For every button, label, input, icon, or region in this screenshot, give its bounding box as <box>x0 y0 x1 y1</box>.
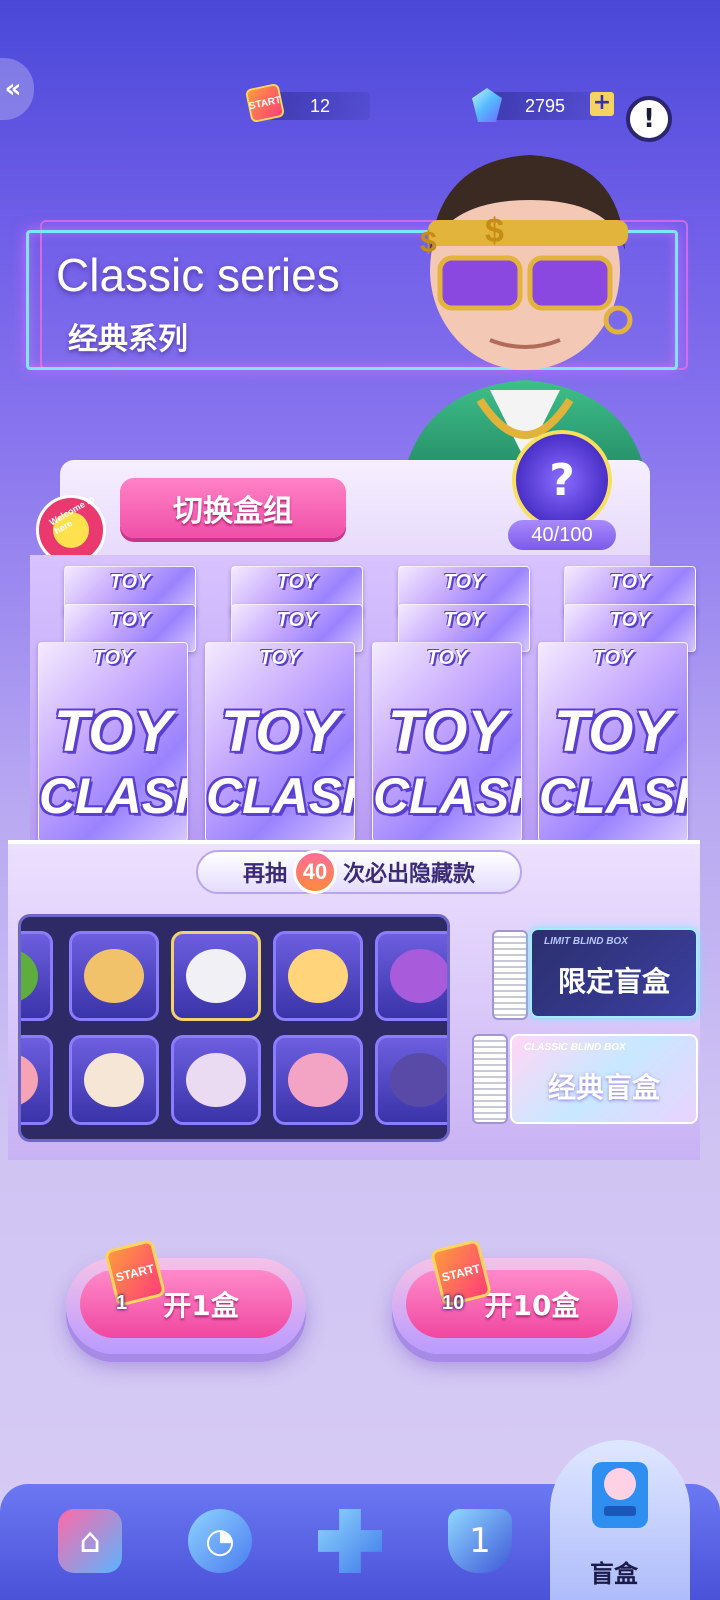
ticket-counter: 12 <box>270 92 370 120</box>
box-brand-label: TOY <box>443 571 485 593</box>
character-portrait <box>288 949 348 1003</box>
prize-tile-bear-astronaut[interactable] <box>171 931 261 1021</box>
box-logo-bottom: CLASH <box>373 768 521 824</box>
svg-text:$: $ <box>420 226 437 259</box>
ticket-icon-label: START <box>247 94 283 112</box>
hidden-item-count: 40/100 <box>508 520 616 550</box>
ticket-stub-classic <box>472 1034 508 1124</box>
prize-showcase <box>18 914 450 1142</box>
limit-label: 限定盲盒 <box>557 965 670 998</box>
pity-counter: 再抽 40 次必出隐藏款 <box>196 850 522 894</box>
box-logo-bottom: CLASH <box>206 768 354 824</box>
whistle-icon: ◔ <box>188 1509 252 1573</box>
limit-sub-label: LIMIT BLIND BOX <box>544 936 628 947</box>
prize-tile-tennis-girl[interactable] <box>273 931 363 1021</box>
blind-box-front[interactable]: TOYTOYCLASH <box>538 642 688 842</box>
box-logo-top: TOY <box>220 699 340 764</box>
box-brand-label: TOY <box>443 609 485 631</box>
character-portrait <box>186 949 246 1003</box>
gem-count: 2795 <box>524 95 566 116</box>
character-portrait <box>84 1053 144 1107</box>
nav-item-trophy[interactable]: 1 <box>440 1496 520 1586</box>
classic-sub-label: CLASSIC BLIND BOX <box>524 1042 626 1053</box>
character-portrait <box>84 949 144 1003</box>
box-brand-label: TOY <box>259 647 301 669</box>
back-button[interactable]: « <box>0 58 34 120</box>
prize-tile-green-toy[interactable] <box>21 931 53 1021</box>
nav-item-home[interactable]: ⌂ <box>50 1496 130 1586</box>
character-portrait <box>21 949 38 1003</box>
gem-counter: 2795 <box>490 92 600 120</box>
nav-item-whistle[interactable]: ◔ <box>180 1496 260 1586</box>
character-portrait <box>21 1053 38 1107</box>
box-brand-label: TOY <box>609 609 651 631</box>
open-one-button-frame: 开1盒 START 1 <box>66 1238 306 1354</box>
blind-box-front[interactable]: TOYTOYCLASH <box>38 642 188 842</box>
prize-tile-sunglasses-girl[interactable] <box>375 1035 447 1125</box>
info-button[interactable]: ! <box>626 96 672 142</box>
add-gems-button[interactable]: + <box>590 92 614 116</box>
box-brand-label: TOY <box>592 647 634 669</box>
box-brand-label: TOY <box>109 609 151 631</box>
classic-label: 经典盲盒 <box>547 1071 660 1104</box>
prize-tile-bear-goggles[interactable] <box>69 1035 159 1125</box>
prize-tile-bear-pilot[interactable] <box>69 931 159 1021</box>
character-portrait <box>390 949 447 1003</box>
gacha-machine-icon <box>592 1462 648 1528</box>
box-brand-label: TOY <box>92 647 134 669</box>
ticket-text: START <box>440 1261 482 1285</box>
box-logo-top: TOY <box>553 699 673 764</box>
double-chevron-left-icon: « <box>4 74 22 104</box>
blind-box-front[interactable]: TOYTOYCLASH <box>205 642 355 842</box>
pity-prefix: 再抽 <box>242 862 287 887</box>
blind-box-front[interactable]: TOYTOYCLASH <box>372 642 522 842</box>
ticket-count: 12 <box>309 95 331 116</box>
box-brand-label: TOY <box>109 571 151 593</box>
ticket-text: START <box>114 1261 156 1285</box>
character-portrait <box>186 1053 246 1107</box>
open-ten-cost: 10 <box>442 1292 465 1314</box>
ticket-stub-limit <box>492 930 528 1020</box>
open-one-cost: 1 <box>116 1292 128 1314</box>
nav-item-game[interactable] <box>310 1496 390 1586</box>
box-logo-top: TOY <box>387 699 507 764</box>
box-brand-label: TOY <box>276 571 318 593</box>
box-logo-bottom: CLASH <box>539 768 687 824</box>
open-one-label: 开1盒 <box>163 1289 239 1322</box>
box-brand-label: TOY <box>609 571 651 593</box>
prize-tile-pink-toy[interactable] <box>21 1035 53 1125</box>
pity-count: 40 <box>293 850 337 894</box>
box-brand-label: TOY <box>426 647 468 669</box>
switch-box-group-button[interactable]: 切换盒组 <box>120 478 346 538</box>
open-ten-button-frame: 开10盒 START 10 <box>392 1238 632 1354</box>
character-portrait <box>288 1053 348 1107</box>
open-ten-label: 开10盒 <box>484 1289 580 1322</box>
pity-suffix: 次必出隐藏款 <box>343 862 476 887</box>
hidden-item-progress[interactable]: ? <box>512 430 612 530</box>
question-mark-icon: ? <box>549 454 575 506</box>
game-icon <box>318 1509 382 1573</box>
classic-blind-box-button[interactable]: CLASSIC BLIND BOX 经典盲盒 <box>510 1034 698 1124</box>
series-title-en: Classic series <box>56 249 340 301</box>
prize-tile-glasses-girl[interactable] <box>273 1035 363 1125</box>
home-icon: ⌂ <box>58 1509 122 1573</box>
start-ticket-icon: START <box>244 82 286 124</box>
series-title-zh: 经典系列 <box>68 322 188 357</box>
prize-tile-purple-girl[interactable] <box>375 931 447 1021</box>
nav-blind-box-label: 盲盒 <box>590 1560 638 1588</box>
limit-blind-box-button[interactable]: LIMIT BLIND BOX 限定盲盒 <box>530 928 698 1018</box>
box-logo-bottom: CLASH <box>39 768 187 824</box>
box-brand-label: TOY <box>276 609 318 631</box>
character-portrait <box>390 1053 447 1107</box>
svg-text:$: $ <box>485 212 504 250</box>
box-logo-top: TOY <box>53 699 173 764</box>
prize-tile-bear-cap[interactable] <box>171 1035 261 1125</box>
trophy-icon: 1 <box>448 1509 512 1573</box>
